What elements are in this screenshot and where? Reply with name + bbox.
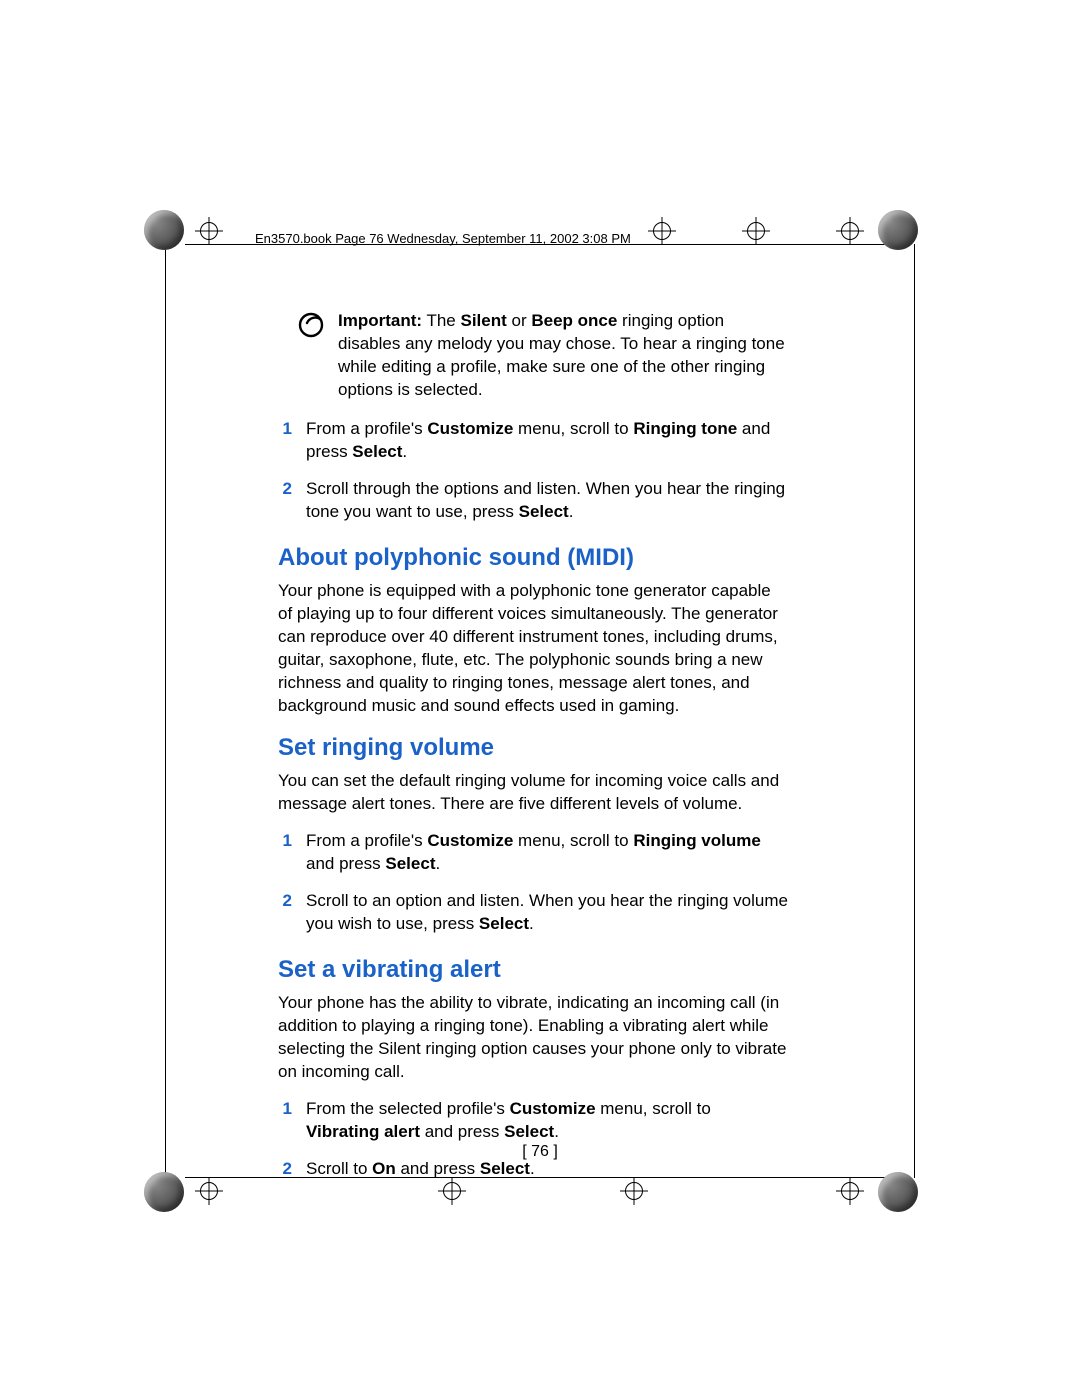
body-paragraph: Your phone is equipped with a polyphonic… <box>278 580 788 718</box>
important-note: Important: The Silent or Beep once ringi… <box>298 310 788 402</box>
step-text: From a profile's Customize menu, scroll … <box>306 418 788 464</box>
crosshair-icon <box>836 1177 864 1205</box>
section-heading-volume: Set ringing volume <box>278 732 788 764</box>
step-text: From the selected profile's Customize me… <box>306 1098 788 1144</box>
crosshair-icon <box>648 217 676 245</box>
registration-ball-icon <box>878 1172 918 1212</box>
important-text: Important: The Silent or Beep once ringi… <box>338 310 788 402</box>
list-item: 1 From a profile's Customize menu, scrol… <box>278 418 788 464</box>
body-content: Important: The Silent or Beep once ringi… <box>278 310 788 1198</box>
step-number: 2 <box>278 890 292 936</box>
list-item: 1 From a profile's Customize menu, scrol… <box>278 830 788 876</box>
section-heading-midi: About polyphonic sound (MIDI) <box>278 542 788 574</box>
body-paragraph: You can set the default ringing volume f… <box>278 770 788 816</box>
steps-vibrating-alert: 1 From the selected profile's Customize … <box>278 1098 788 1181</box>
crosshair-icon <box>836 217 864 245</box>
step-number: 2 <box>278 478 292 524</box>
registration-ball-icon <box>144 1172 184 1212</box>
crop-frame-left <box>165 244 166 1178</box>
important-icon <box>298 312 324 345</box>
steps-ringing-volume: 1 From a profile's Customize menu, scrol… <box>278 830 788 936</box>
registration-ball-icon <box>878 210 918 250</box>
list-item: 2 Scroll through the options and listen.… <box>278 478 788 524</box>
step-text: Scroll through the options and listen. W… <box>306 478 788 524</box>
list-item: 2 Scroll to an option and listen. When y… <box>278 890 788 936</box>
step-text: Scroll to an option and listen. When you… <box>306 890 788 936</box>
important-label: Important: <box>338 311 422 330</box>
step-number: 1 <box>278 418 292 464</box>
steps-ringing-tone: 1 From a profile's Customize menu, scrol… <box>278 418 788 524</box>
page: { "header": { "running_line": "En3570.bo… <box>0 0 1080 1397</box>
crosshair-icon <box>742 217 770 245</box>
step-number: 1 <box>278 830 292 876</box>
step-text: From a profile's Customize menu, scroll … <box>306 830 788 876</box>
step-number: 1 <box>278 1098 292 1144</box>
body-paragraph: Your phone has the ability to vibrate, i… <box>278 992 788 1084</box>
running-header: En3570.book Page 76 Wednesday, September… <box>255 231 631 246</box>
list-item: 1 From the selected profile's Customize … <box>278 1098 788 1144</box>
crop-frame-right <box>914 244 915 1178</box>
step-number: 2 <box>278 1158 292 1181</box>
section-heading-vibrate: Set a vibrating alert <box>278 954 788 986</box>
registration-ball-icon <box>144 210 184 250</box>
page-number: [ 76 ] <box>522 1143 558 1161</box>
crosshair-icon <box>195 217 223 245</box>
crosshair-icon <box>195 1177 223 1205</box>
